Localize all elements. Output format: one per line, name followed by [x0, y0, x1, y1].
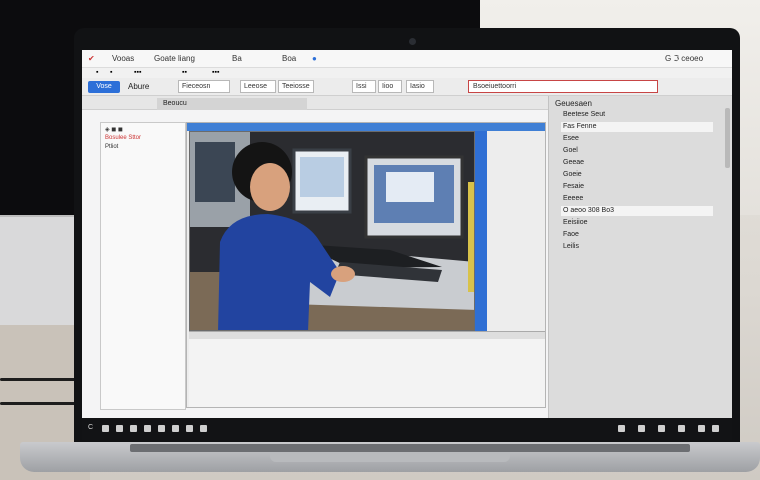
panel-list-item[interactable]: Eeeee	[563, 194, 723, 204]
taskbar-app-icon[interactable]	[144, 425, 151, 432]
ribbon-small-button[interactable]: Iasio	[406, 80, 434, 93]
taskbar-app-icon[interactable]	[102, 425, 109, 432]
webcam-icon	[409, 38, 416, 45]
panel-title: Geuesaen	[555, 99, 592, 108]
start-icon[interactable]: C	[88, 424, 93, 431]
editor-statusbar	[189, 331, 545, 339]
tray-icon[interactable]	[658, 425, 665, 432]
panel-toolbar-icons[interactable]: ◈ ◼ ◼	[105, 126, 123, 133]
editor-header	[187, 123, 545, 131]
globe-icon[interactable]: ●	[312, 54, 317, 63]
taskbar-app-icon[interactable]	[158, 425, 165, 432]
panel-list-item[interactable]: Eeisiioe	[563, 218, 723, 228]
ribbon-field[interactable]: Teeiosse	[278, 80, 314, 93]
tray-icon[interactable]	[698, 425, 705, 432]
undo-icon[interactable]: ▪	[96, 69, 98, 76]
document-tabbar: Beoucu	[82, 96, 552, 110]
taskbar-app-icon[interactable]	[172, 425, 179, 432]
laptop-trackpad[interactable]	[270, 452, 510, 462]
panel-list-item[interactable]: Goeie	[563, 170, 723, 180]
menu-item[interactable]: Boa	[282, 54, 296, 63]
format-icon[interactable]: ▪▪▪	[134, 69, 141, 76]
ribbon-toolbar: Vose Abure Fieceosn Leeose Teeiosse Issi…	[82, 78, 732, 96]
photo-image	[190, 132, 474, 330]
image-editor	[186, 122, 546, 408]
tray-icon[interactable]	[638, 425, 645, 432]
editor-empty-area	[189, 339, 545, 407]
layers-panel: ◈ ◼ ◼ Bosulee Sttor Ptliot	[100, 122, 186, 410]
app-name: Abure	[128, 82, 150, 91]
ribbon-small-button[interactable]: Issi	[352, 80, 376, 93]
laptop-keyboard	[130, 444, 690, 452]
editor-side-strip	[475, 131, 487, 331]
panel-list-item[interactable]: Goel	[563, 146, 723, 156]
tab-document[interactable]: Beoucu	[157, 98, 307, 110]
background-monitor	[0, 215, 80, 325]
ribbon-field[interactable]: Leeose	[240, 80, 276, 93]
app-logo-icon[interactable]: ✔	[88, 54, 95, 63]
properties-panel: Geuesaen Beetese Seut Fas Fenne Esee Goe…	[548, 96, 732, 418]
tool-icon[interactable]: ▪▪▪	[212, 69, 219, 76]
quick-toolbar: ▪ ▪ ▪▪▪ ▪▪ ▪▪▪	[82, 68, 732, 78]
screen-display: ✔ Vooas Goate liang Ba Boa ● G ℑ ceoeo ▪…	[82, 50, 732, 418]
menu-item[interactable]: Goate liang	[154, 54, 195, 63]
window-titlebar: ✔ Vooas Goate liang Ba Boa ● G ℑ ceoeo	[82, 50, 732, 68]
primary-button[interactable]: Vose	[88, 81, 120, 93]
ribbon-small-button[interactable]: Iioo	[378, 80, 402, 93]
menu-item[interactable]: Vooas	[112, 54, 134, 63]
tool-icon[interactable]: ▪▪	[182, 69, 187, 76]
ribbon-field[interactable]: Fieceosn	[178, 80, 230, 93]
taskbar-app-icon[interactable]	[130, 425, 137, 432]
panel-list-item[interactable]: O aeoo 308 Bo3	[561, 206, 713, 216]
taskbar: C	[82, 418, 732, 440]
photo-canvas[interactable]	[189, 131, 475, 331]
panel-list-item[interactable]: Esee	[563, 134, 723, 144]
panel-list-item[interactable]: Geeae	[563, 158, 723, 168]
panel-list-item[interactable]: Fesaie	[563, 182, 723, 192]
taskbar-app-icon[interactable]	[186, 425, 193, 432]
window-title-right: G ℑ ceoeo	[665, 54, 704, 63]
panel-list-item[interactable]: Faoe	[563, 230, 723, 240]
tray-icon[interactable]	[678, 425, 685, 432]
clock-icon[interactable]	[712, 425, 719, 432]
search-input[interactable]: Bsoeiuettoorri	[468, 80, 658, 93]
menu-item[interactable]: Ba	[232, 54, 242, 63]
redo-icon[interactable]: ▪	[110, 69, 112, 76]
panel-list-item[interactable]: Leilis	[563, 242, 723, 252]
layer-item[interactable]: Ptliot	[105, 144, 118, 150]
panel-list-item[interactable]: Beetese Seut	[563, 110, 723, 120]
layer-item[interactable]: Bosulee Sttor	[105, 135, 141, 141]
scrollbar[interactable]	[725, 108, 730, 168]
taskbar-app-icon[interactable]	[200, 425, 207, 432]
taskbar-app-icon[interactable]	[116, 425, 123, 432]
tray-icon[interactable]	[618, 425, 625, 432]
panel-list-item[interactable]: Fas Fenne	[561, 122, 713, 132]
